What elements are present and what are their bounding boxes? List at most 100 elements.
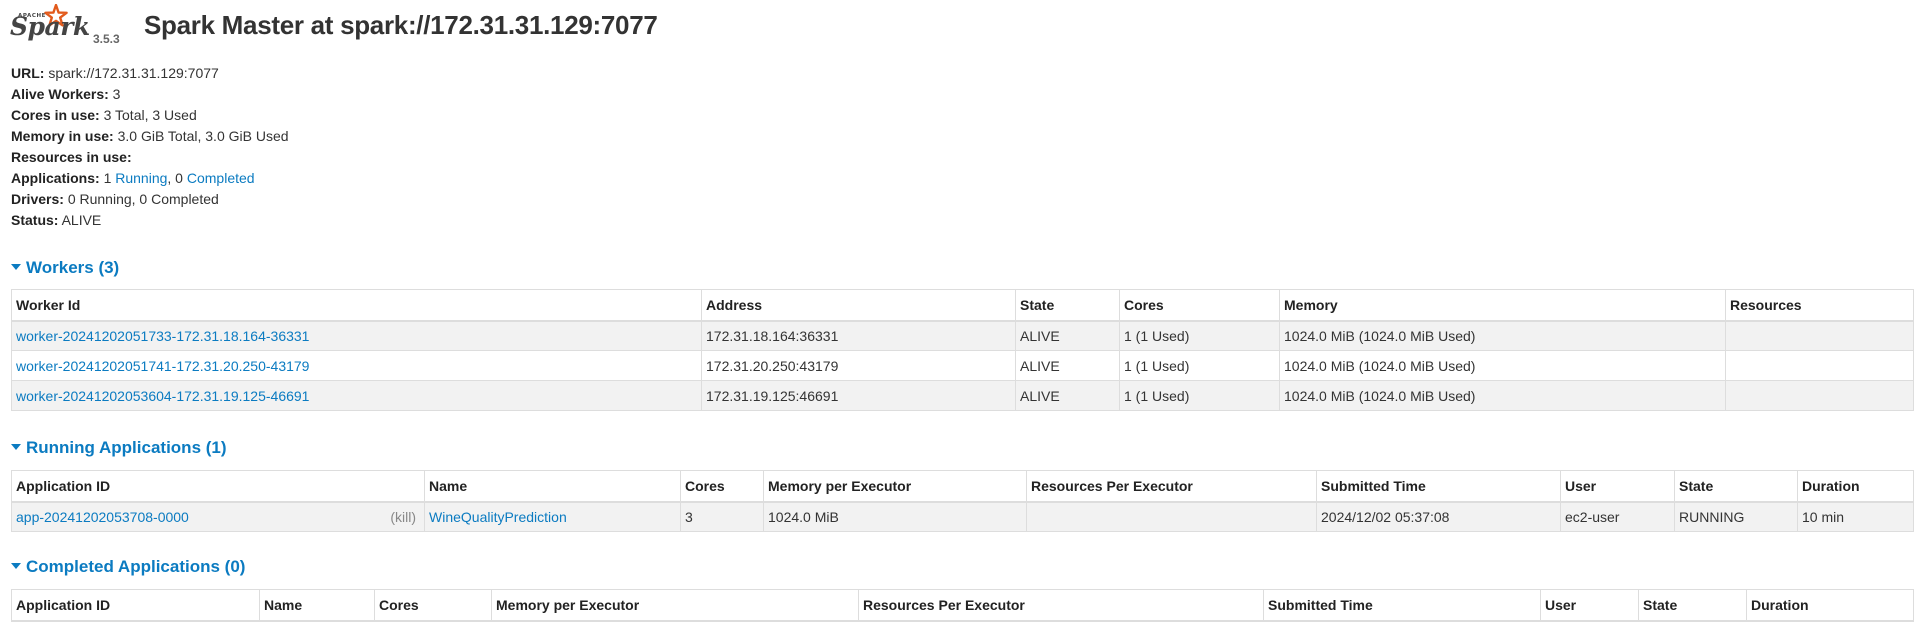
col-memory-per-executor[interactable]: Memory per Executor — [763, 470, 1027, 503]
spark-version: 3.5.3 — [93, 32, 120, 46]
col-duration[interactable]: Duration — [1746, 589, 1914, 622]
memory-cell: 1024.0 MiB — [763, 501, 1027, 532]
col-resources-per-executor[interactable]: Resources Per Executor — [1026, 470, 1317, 503]
running-apps-section-toggle[interactable]: Running Applications (1) — [11, 436, 227, 460]
resources-cell — [1725, 350, 1914, 381]
col-cores[interactable]: Cores — [1119, 289, 1280, 322]
workers-section-title: Workers (3) — [26, 258, 120, 277]
spark-master-page: APACHE Spark 3.5.3 Spark Master at spark… — [0, 0, 1914, 637]
page-title: Spark Master at spark://172.31.31.129:70… — [144, 10, 658, 40]
status-label: Status: — [11, 212, 59, 228]
col-application-id[interactable]: Application ID — [11, 470, 425, 503]
application-name-link[interactable]: WineQualityPrediction — [429, 509, 567, 525]
workers-header-row: Worker Id Address State Cores Memory Res… — [11, 289, 1914, 322]
resources-cell — [1725, 320, 1914, 351]
user-cell: ec2-user — [1560, 501, 1675, 532]
caret-down-icon — [11, 263, 21, 270]
table-row: worker-20241202051741-172.31.20.250-4317… — [11, 350, 1914, 381]
worker-id-cell: worker-20241202053604-172.31.19.125-4669… — [11, 380, 702, 411]
resources-cell — [1026, 501, 1317, 532]
table-row: worker-20241202053604-172.31.19.125-4669… — [11, 380, 1914, 411]
drivers-value: 0 Running, 0 Completed — [67, 191, 219, 207]
completed-apps-table: Application ID Name Cores Memory per Exe… — [11, 589, 1914, 622]
application-link[interactable]: app-20241202053708-0000 — [16, 509, 189, 525]
running-apps-table: Application ID Name Cores Memory per Exe… — [11, 470, 1914, 532]
url-value: spark://172.31.31.129:7077 — [48, 65, 219, 81]
resources-label: Resources in use: — [11, 149, 132, 165]
worker-id-cell: worker-20241202051733-172.31.18.164-3633… — [11, 320, 702, 351]
workers-section-toggle[interactable]: Workers (3) — [11, 256, 119, 280]
col-worker-id[interactable]: Worker Id — [11, 289, 702, 322]
duration-cell: 10 min — [1797, 501, 1914, 532]
summary-resources: Resources in use: — [11, 147, 289, 168]
memory-cell: 1024.0 MiB (1024.0 MiB Used) — [1279, 380, 1726, 411]
kill-link[interactable]: (kill) — [390, 509, 416, 525]
col-name[interactable]: Name — [424, 470, 681, 503]
col-cores[interactable]: Cores — [680, 470, 764, 503]
completed-apps-section-title: Completed Applications (0) — [26, 557, 246, 576]
worker-link[interactable]: worker-20241202051741-172.31.20.250-4317… — [16, 358, 309, 374]
col-cores[interactable]: Cores — [374, 589, 492, 622]
caret-down-icon — [11, 443, 21, 450]
col-state[interactable]: State — [1674, 470, 1798, 503]
alive-workers-label: Alive Workers: — [11, 86, 109, 102]
col-address[interactable]: Address — [701, 289, 1016, 322]
col-application-id[interactable]: Application ID — [11, 589, 260, 622]
summary-cores: Cores in use: 3 Total, 3 Used — [11, 105, 289, 126]
status-value: ALIVE — [61, 212, 102, 228]
drivers-label: Drivers: — [11, 191, 64, 207]
summary-applications: Applications: 1 Running, 0 Completed — [11, 168, 289, 189]
col-submitted-time[interactable]: Submitted Time — [1316, 470, 1561, 503]
running-apps-link[interactable]: Running — [115, 170, 167, 186]
memory-cell: 1024.0 MiB (1024.0 MiB Used) — [1279, 350, 1726, 381]
worker-id-cell: worker-20241202051741-172.31.20.250-4317… — [11, 350, 702, 381]
col-resources-per-executor[interactable]: Resources Per Executor — [858, 589, 1264, 622]
col-user[interactable]: User — [1540, 589, 1639, 622]
col-state[interactable]: State — [1015, 289, 1120, 322]
workers-table: Worker Id Address State Cores Memory Res… — [11, 289, 1914, 411]
worker-link[interactable]: worker-20241202053604-172.31.19.125-4669… — [16, 388, 309, 404]
resources-cell — [1725, 380, 1914, 411]
completed-apps-header-row: Application ID Name Cores Memory per Exe… — [11, 589, 1914, 622]
col-name[interactable]: Name — [259, 589, 375, 622]
logo-spark-text: Spark — [10, 12, 90, 41]
table-row: app-20241202053708-0000 (kill) WineQuali… — [11, 501, 1914, 532]
cores-value: 3 Total, 3 Used — [103, 107, 197, 123]
applications-separator: , 0 — [167, 170, 183, 186]
url-label: URL: — [11, 65, 45, 81]
address-cell: 172.31.20.250:43179 — [701, 350, 1016, 381]
spark-logo[interactable]: APACHE Spark 3.5.3 — [10, 2, 120, 48]
table-row: worker-20241202051733-172.31.18.164-3633… — [11, 320, 1914, 351]
applications-running-count: 1 — [103, 170, 112, 186]
col-memory[interactable]: Memory — [1279, 289, 1726, 322]
summary-drivers: Drivers: 0 Running, 0 Completed — [11, 189, 289, 210]
cores-cell: 3 — [680, 501, 764, 532]
master-summary: URL: spark://172.31.31.129:7077 Alive Wo… — [11, 63, 289, 231]
memory-cell: 1024.0 MiB (1024.0 MiB Used) — [1279, 320, 1726, 351]
address-cell: 172.31.19.125:46691 — [701, 380, 1016, 411]
state-cell: ALIVE — [1015, 350, 1120, 381]
cores-cell: 1 (1 Used) — [1119, 320, 1280, 351]
summary-alive-workers: Alive Workers: 3 — [11, 84, 289, 105]
applications-label: Applications: — [11, 170, 100, 186]
running-apps-header-row: Application ID Name Cores Memory per Exe… — [11, 470, 1914, 503]
summary-memory: Memory in use: 3.0 GiB Total, 3.0 GiB Us… — [11, 126, 289, 147]
cores-cell: 1 (1 Used) — [1119, 350, 1280, 381]
completed-apps-link[interactable]: Completed — [187, 170, 255, 186]
submitted-time-cell: 2024/12/02 05:37:08 — [1316, 501, 1561, 532]
col-state[interactable]: State — [1638, 589, 1747, 622]
col-resources[interactable]: Resources — [1725, 289, 1914, 322]
completed-apps-section-toggle[interactable]: Completed Applications (0) — [11, 555, 245, 579]
col-duration[interactable]: Duration — [1797, 470, 1914, 503]
worker-link[interactable]: worker-20241202051733-172.31.18.164-3633… — [16, 328, 309, 344]
summary-url: URL: spark://172.31.31.129:7077 — [11, 63, 289, 84]
state-cell: RUNNING — [1674, 501, 1798, 532]
page-header: APACHE Spark 3.5.3 Spark Master at spark… — [10, 2, 710, 48]
col-memory-per-executor[interactable]: Memory per Executor — [491, 589, 859, 622]
col-submitted-time[interactable]: Submitted Time — [1263, 589, 1541, 622]
memory-value: 3.0 GiB Total, 3.0 GiB Used — [117, 128, 289, 144]
caret-down-icon — [11, 562, 21, 569]
name-cell: WineQualityPrediction — [424, 501, 681, 532]
col-user[interactable]: User — [1560, 470, 1675, 503]
application-id-cell: app-20241202053708-0000 (kill) — [11, 501, 425, 532]
